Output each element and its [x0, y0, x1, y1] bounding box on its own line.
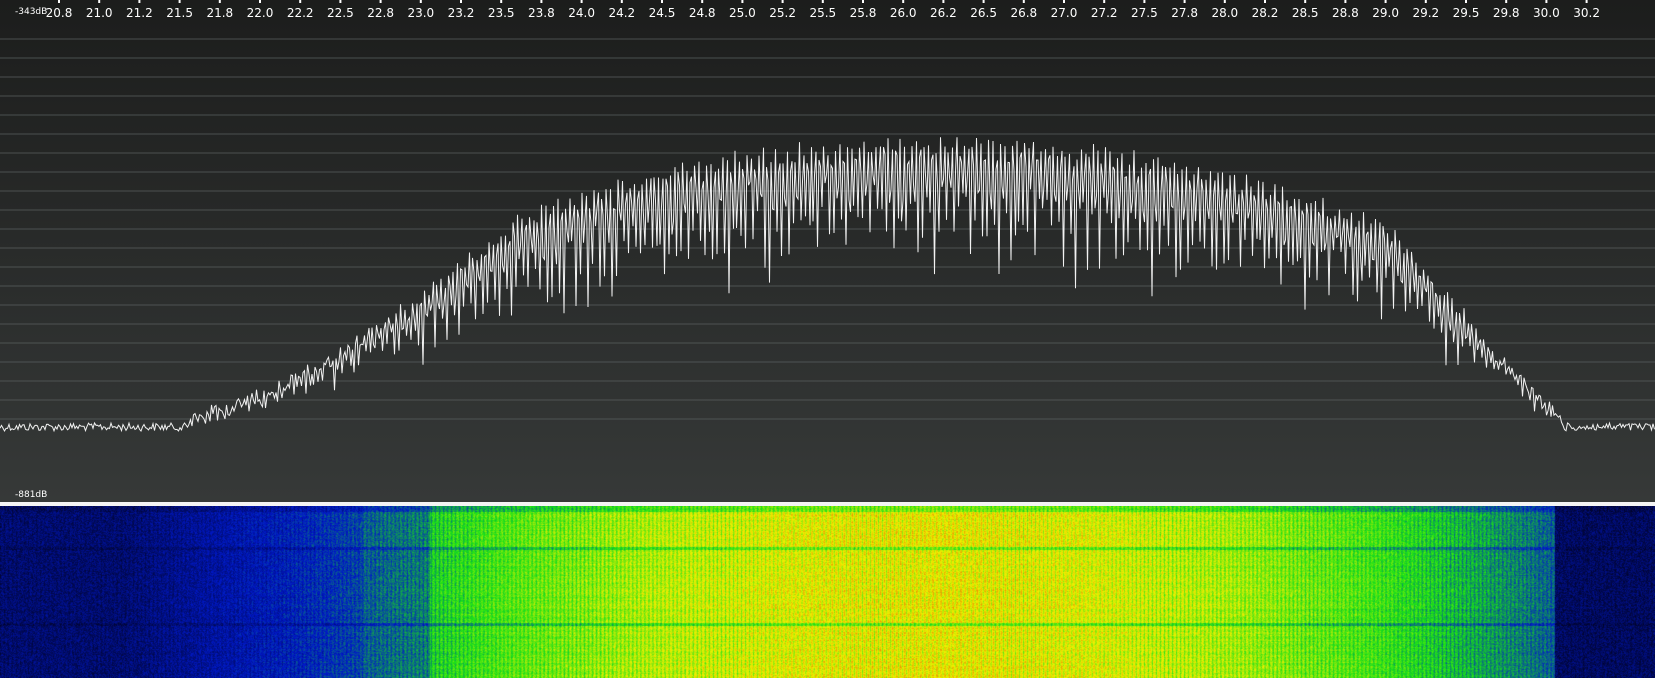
frequency-tick-mark: [781, 0, 784, 3]
frequency-tick-label: 28.8: [1332, 6, 1359, 20]
frequency-tick-mark: [1585, 0, 1588, 3]
frequency-tick-label: 21.8: [206, 6, 233, 20]
frequency-tick-mark: [138, 0, 141, 3]
frequency-tick-label: 24.2: [608, 6, 635, 20]
frequency-tick-label: 22.0: [247, 6, 274, 20]
frequency-tick-mark: [379, 0, 382, 3]
frequency-tick-mark: [1465, 0, 1467, 3]
frequency-tick-mark: [460, 0, 462, 3]
frequency-tick-label: 25.8: [850, 6, 877, 20]
frequency-tick-mark: [218, 0, 221, 3]
frequency-tick-label: 30.2: [1573, 6, 1600, 20]
frequency-tick-label: 25.2: [769, 6, 796, 20]
frequency-tick-mark: [1183, 0, 1186, 3]
spectrum-plot[interactable]: 20.8 21.0 21.2 21.5 21.8 22.0 22.2 22.5 22.8 23.0…: [0, 0, 1655, 502]
frequency-tick-mark: [661, 0, 663, 3]
frequency-tick-label: 27.2: [1091, 6, 1118, 20]
frequency-tick-mark: [1063, 0, 1065, 3]
frequency-tick-mark: [1223, 0, 1226, 3]
frequency-tick-mark: [902, 0, 905, 3]
frequency-tick-mark: [259, 0, 261, 3]
frequency-tick-label: 26.2: [930, 6, 957, 20]
frequency-tick-label: 23.8: [528, 6, 555, 20]
frequency-tick-label: 21.2: [126, 6, 153, 20]
frequency-tick-label: 22.8: [367, 6, 394, 20]
frequency-tick-label: 25.5: [809, 6, 836, 20]
frequency-tick-label: 20.8: [46, 6, 73, 20]
spectrum-grid: [0, 38, 1655, 420]
frequency-tick-mark: [1304, 0, 1307, 3]
frequency-tick-mark: [98, 0, 101, 3]
frequency-tick-label: 26.0: [890, 6, 917, 20]
frequency-tick-mark: [580, 0, 583, 3]
frequency-tick-mark: [58, 0, 60, 3]
frequency-tick-label: 29.0: [1372, 6, 1399, 20]
frequency-tick-mark: [1424, 0, 1427, 3]
frequency-tick-mark: [1143, 0, 1146, 3]
frequency-tick-label: 27.0: [1051, 6, 1078, 20]
frequency-tick-label: 23.2: [448, 6, 475, 20]
frequency-tick-mark: [741, 0, 744, 3]
frequency-tick-label: 30.0: [1533, 6, 1560, 20]
frequency-tick-mark: [178, 0, 181, 3]
frequency-tick-label: 29.2: [1412, 6, 1439, 20]
frequency-tick-mark: [942, 0, 945, 3]
frequency-tick-label: 21.5: [166, 6, 193, 20]
frequency-tick-label: 29.8: [1493, 6, 1520, 20]
frequency-tick-label: 27.8: [1171, 6, 1198, 20]
frequency-tick-mark: [821, 0, 824, 3]
frequency-tick-mark: [1022, 0, 1025, 3]
waterfall-display[interactable]: [0, 506, 1655, 678]
frequency-tick-mark: [500, 0, 503, 3]
frequency-tick-label: 26.8: [1010, 6, 1037, 20]
bottom-db-label: -881dB: [15, 490, 47, 500]
frequency-tick-mark: [1344, 0, 1347, 3]
frequency-tick-mark: [1505, 0, 1508, 3]
frequency-tick-mark: [862, 0, 864, 3]
frequency-tick-label: 28.2: [1252, 6, 1279, 20]
frequency-tick-label: 26.5: [970, 6, 997, 20]
frequency-tick-label: 23.0: [407, 6, 434, 20]
frequency-tick-mark: [419, 0, 422, 3]
frequency-tick-mark: [540, 0, 543, 3]
frequency-tick-mark: [1264, 0, 1266, 3]
frequency-tick-label: 22.2: [287, 6, 314, 20]
top-db-label: -343dB: [15, 7, 47, 17]
frequency-tick-label: 23.5: [488, 6, 515, 20]
frequency-tick-mark: [1545, 0, 1548, 3]
frequency-tick-label: 24.8: [689, 6, 716, 20]
frequency-tick-label: 27.5: [1131, 6, 1158, 20]
frequency-tick-mark: [339, 0, 342, 3]
frequency-tick-label: 28.5: [1292, 6, 1319, 20]
frequency-tick-mark: [620, 0, 623, 3]
frequency-tick-mark: [1103, 0, 1106, 3]
frequency-tick-mark: [701, 0, 704, 3]
frequency-tick-label: 28.0: [1211, 6, 1238, 20]
frequency-tick-label: 29.5: [1453, 6, 1480, 20]
frequency-tick-mark: [1384, 0, 1387, 3]
frequency-tick-label: 24.0: [568, 6, 595, 20]
frequency-tick-mark: [982, 0, 985, 3]
frequency-tick-label: 24.5: [649, 6, 676, 20]
frequency-tick-label: 22.5: [327, 6, 354, 20]
frequency-tick-label: 21.0: [86, 6, 113, 20]
frequency-tick-label: 25.0: [729, 6, 756, 20]
frequency-tick-mark: [299, 0, 302, 3]
